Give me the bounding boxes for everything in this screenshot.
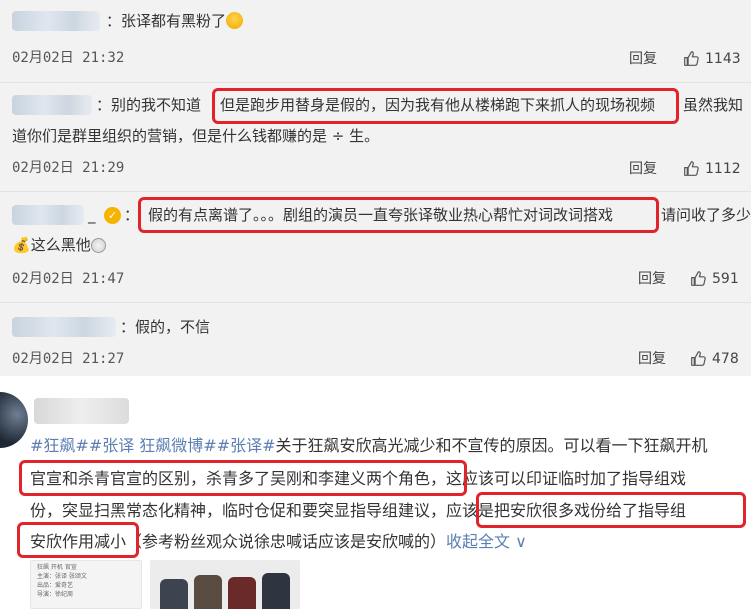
like-button[interactable]: 478 xyxy=(690,350,739,367)
blurred-username[interactable] xyxy=(12,317,116,337)
username-suffix: _ xyxy=(88,206,96,224)
comment-text-line2: 道你们是群里组织的营销，但是什么钱都赚的是 ÷ 生。 xyxy=(12,127,380,145)
comment-text: ：张译都有黑粉了 xyxy=(106,10,244,32)
divider xyxy=(0,82,751,83)
like-count: 1143 xyxy=(705,50,741,67)
like-button[interactable]: 591 xyxy=(690,270,739,287)
like-button[interactable]: 1112 xyxy=(683,160,741,177)
thumbs-up-icon xyxy=(691,351,706,366)
comment-text: ：假的，不信 xyxy=(120,318,211,336)
thumbs-up-icon xyxy=(691,271,706,286)
red-highlight-box xyxy=(17,522,139,558)
reply-button[interactable]: 回复 xyxy=(629,158,657,178)
verified-badge-icon: ✓ xyxy=(104,207,121,224)
comment-timestamp: 02月02日 21:29 xyxy=(12,160,125,176)
comment-separator: ： xyxy=(124,206,140,224)
reply-button[interactable]: 回复 xyxy=(638,348,666,368)
smile-emoji xyxy=(90,238,106,253)
post-text-line1: #狂飙##张译 狂飙微博##张译#关于狂飙安欣高光减少和不宣传的原因。可以看一下… xyxy=(30,436,708,455)
avatar[interactable] xyxy=(0,392,28,448)
blurred-username[interactable] xyxy=(12,11,100,31)
comment-text-continued: 虽然我知 xyxy=(683,96,744,114)
comment-timestamp: 02月02日 21:32 xyxy=(12,50,125,66)
like-count: 1112 xyxy=(705,160,741,177)
cast-photo xyxy=(160,579,188,609)
reply-button[interactable]: 回复 xyxy=(629,48,657,68)
image-thumbnail[interactable] xyxy=(150,560,300,609)
blurred-username[interactable] xyxy=(12,95,92,115)
reply-button[interactable]: 回复 xyxy=(638,268,666,288)
comment-timestamp: 02月02日 21:27 xyxy=(12,351,125,367)
image-thumbnail[interactable]: 狂飙 开机 官宣 主演：张译 张颂文 出品：爱奇艺 导演：徐纪周 xyxy=(30,560,142,609)
hashtags[interactable]: #狂飙##张译 狂飙微博##张译# xyxy=(30,436,276,455)
comment-timestamp: 02月02日 21:47 xyxy=(12,271,125,287)
laugh-cry-emoji xyxy=(226,12,244,29)
collapse-full-text-link[interactable]: 收起全文 ∨ xyxy=(446,532,527,551)
like-count: 478 xyxy=(712,350,739,367)
cast-photo xyxy=(262,573,290,609)
blurred-username[interactable] xyxy=(34,398,129,424)
comment-text-continued: 请问收了多少 xyxy=(661,206,751,224)
money-bag-emoji: 💰 xyxy=(12,236,31,254)
cast-photo xyxy=(228,577,256,609)
thumbs-up-icon xyxy=(684,51,699,66)
comment-text-line2: 💰这么黑他 xyxy=(12,234,106,256)
comment-text: ：别的我不知道 xyxy=(96,96,202,114)
chevron-down-icon: ∨ xyxy=(510,532,527,551)
divider xyxy=(0,302,751,303)
red-highlight-box xyxy=(476,492,746,528)
red-highlight-box xyxy=(19,460,467,496)
thumbs-up-icon xyxy=(684,161,699,176)
red-highlight-box xyxy=(212,88,679,124)
like-button[interactable]: 1143 xyxy=(683,50,741,67)
cast-photo xyxy=(194,575,222,609)
blurred-username[interactable] xyxy=(12,205,84,225)
divider xyxy=(0,191,751,192)
red-highlight-box xyxy=(138,197,659,233)
post-image-thumbnails: 狂飙 开机 官宣 主演：张译 张颂文 出品：爱奇艺 导演：徐纪周 xyxy=(30,560,300,609)
like-count: 591 xyxy=(712,270,739,287)
